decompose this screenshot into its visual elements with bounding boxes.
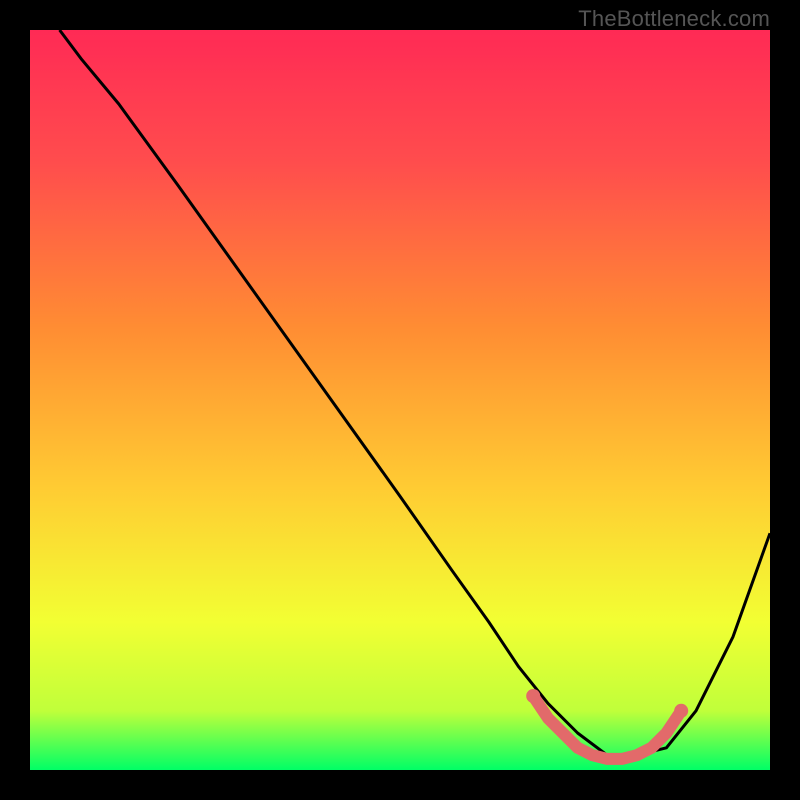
gradient-background: [30, 30, 770, 770]
watermark-label: TheBottleneck.com: [578, 6, 770, 32]
chart-svg: [30, 30, 770, 770]
plot-area: [30, 30, 770, 770]
chart-frame: TheBottleneck.com: [0, 0, 800, 800]
